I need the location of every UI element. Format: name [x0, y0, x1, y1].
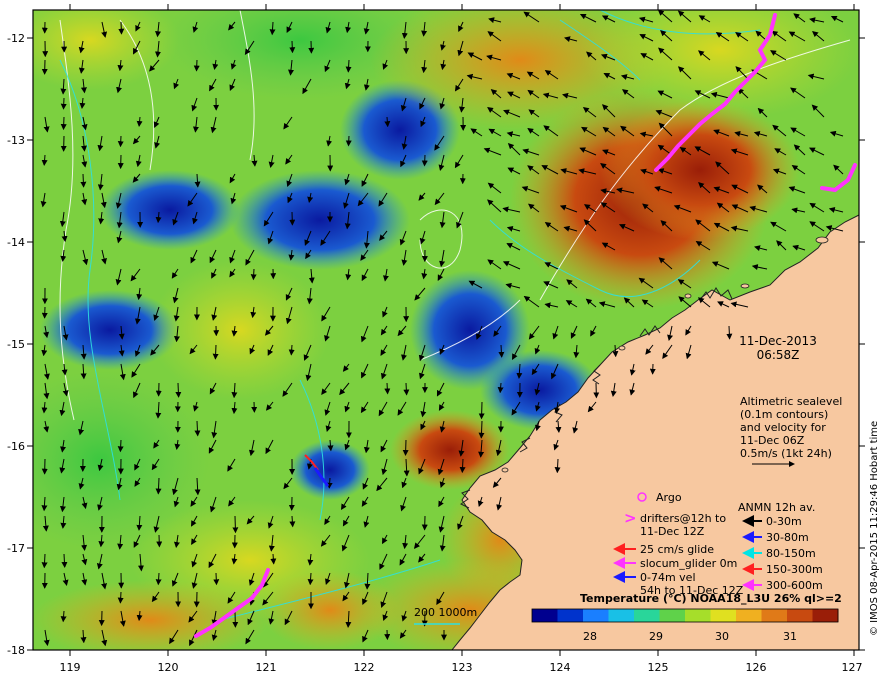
altimetry-line: 0.5m/s (1kt 24h) [740, 447, 832, 460]
colorbar-swatch [710, 609, 737, 622]
velocity-arrow [155, 477, 162, 495]
velocity-arrow [270, 553, 277, 565]
velocity-arrow [60, 97, 67, 110]
colorbar-swatch [557, 609, 584, 622]
x-tick-label: 126 [746, 661, 767, 674]
x-tick-label: 120 [158, 661, 179, 674]
colorbar-swatch [787, 609, 813, 622]
legend-argo: Argo [656, 491, 682, 504]
y-tick-label: -13 [7, 134, 25, 147]
colorbar-tick: 28 [583, 630, 597, 643]
velocity-arrow [61, 553, 68, 568]
velocity-arrow [384, 116, 391, 128]
velocity-arrow [118, 21, 125, 35]
y-tick-label: -12 [7, 32, 25, 45]
velocity-arrow [175, 382, 182, 398]
velocity-arrow [345, 135, 352, 147]
velocity-arrow [612, 344, 619, 358]
velocity-arrow [232, 515, 239, 534]
x-tick-label: 119 [60, 661, 81, 674]
legend-depth-contours: 200 1000m [414, 606, 477, 619]
legend-anmn-title: ANMN 12h av. [738, 501, 815, 514]
altimetry-line: Altimetric sealevel [740, 395, 842, 408]
y-tick-label: -15 [7, 338, 25, 351]
velocity-arrow [288, 344, 295, 356]
map-date: 11-Dec-2013 [739, 334, 817, 348]
sst-map: 119 120 121 122 123 124 125 126 127 -12 … [7, 4, 880, 674]
legend-anmn-item: 0-30m [766, 515, 802, 528]
velocity-arrow [289, 40, 296, 54]
colorbar-swatch [532, 609, 558, 622]
legend-slocum: slocum_glider 0m [640, 557, 737, 570]
x-tick-label: 127 [842, 661, 863, 674]
x-tick-label: 124 [550, 661, 571, 674]
velocity-arrow [402, 439, 409, 456]
altimetry-line: (0.1m contours) [740, 408, 828, 421]
velocity-arrow [213, 572, 220, 586]
velocity-arrow [326, 477, 333, 489]
velocity-arrow [250, 268, 257, 281]
x-tick-label: 123 [452, 661, 473, 674]
y-tick-label: -16 [7, 440, 25, 453]
velocity-arrow [80, 173, 87, 188]
x-tick-label: 121 [256, 661, 277, 674]
legend-drifters-1: drifters@12h to [640, 512, 726, 525]
altimetry-line: 11-Dec 06Z [740, 434, 805, 447]
velocity-arrow [478, 401, 485, 420]
colorbar-swatch [634, 609, 660, 622]
colorbar-tick: 30 [715, 630, 729, 643]
velocity-arrow [193, 59, 200, 72]
velocity-arrow [289, 515, 296, 528]
y-tick-label: -17 [7, 542, 25, 555]
velocity-arrow [117, 439, 124, 453]
velocity-arrow [421, 154, 428, 167]
velocity-arrow [155, 572, 162, 586]
y-tick-label: -14 [7, 236, 25, 249]
velocity-arrow [384, 382, 391, 395]
velocity-arrow [459, 458, 466, 474]
colorbar-swatch [761, 609, 788, 622]
drifter-chevron-icon: > [624, 509, 637, 527]
legend-anmn-item: 30-80m [766, 531, 809, 544]
legend-anmn-item: 80-150m [766, 547, 816, 560]
legend-drifters-2: 11-Dec 12Z [640, 525, 705, 538]
colorbar-tick: 31 [783, 630, 797, 643]
colorbar-swatch [736, 609, 762, 622]
velocity-arrow [117, 135, 124, 148]
colorbar-swatch [608, 609, 635, 622]
velocity-arrow [60, 116, 67, 131]
velocity-arrow [726, 325, 733, 340]
colorbar-swatch [659, 609, 686, 622]
velocity-arrow [554, 458, 561, 474]
colorbar-swatch [583, 609, 609, 622]
x-tick-label: 125 [648, 661, 669, 674]
colorbar-scale [532, 609, 839, 622]
velocity-arrow [194, 420, 201, 437]
x-tick-label: 122 [354, 661, 375, 674]
velocity-arrow [41, 553, 48, 569]
colorbar-tick: 29 [649, 630, 663, 643]
legend-anmn-item: 300-600m [766, 579, 823, 592]
velocity-arrow [498, 344, 505, 358]
velocity-arrow [345, 59, 352, 73]
velocity-arrow [403, 382, 410, 396]
colorbar-swatch [685, 609, 711, 622]
map-time: 06:58Z [757, 348, 800, 362]
y-tick-label: -18 [7, 644, 25, 657]
colorbar-title: Temperature (°C) NOAA18_L3U 26% ql>=2 [580, 592, 842, 605]
colorbar-swatch [812, 609, 839, 622]
legend-anmn-item: 150-300m [766, 563, 823, 576]
legend-glide: 25 cm/s glide [640, 543, 714, 556]
velocity-arrow [117, 591, 124, 604]
copyright: © IMOS 08-Apr-2015 11:29:46 Hobart time [869, 421, 880, 636]
altimetry-line: and velocity for [740, 421, 826, 434]
velocity-arrow [212, 344, 219, 360]
velocity-arrow [478, 420, 485, 439]
legend-vel-1: 0-74m vel [640, 571, 696, 584]
